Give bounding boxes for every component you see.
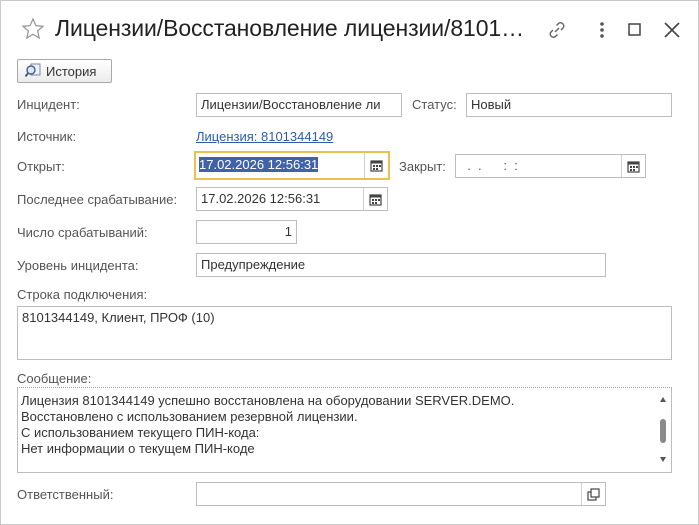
incident-label: Инцидент: [17,97,80,112]
open-form-icon [587,487,600,501]
closed-date-field[interactable]: . . : : [455,154,646,178]
calendar-icon [370,160,383,172]
link-icon[interactable] [546,19,568,41]
responsible-label: Ответственный: [17,487,114,502]
star-icon[interactable] [21,17,45,41]
last-trigger-calendar-button[interactable] [363,188,387,210]
source-label: Источник: [17,129,77,144]
level-label: Уровень инцидента: [17,258,139,273]
last-trigger-label: Последнее срабатывание: [17,192,178,207]
scroll-up-arrow-icon [660,397,666,402]
level-field[interactable]: Предупреждение [196,253,606,277]
status-field[interactable]: Новый [466,93,672,117]
message-field[interactable]: Лицензия 8101344149 успешно восстановлен… [17,387,672,473]
incident-form-window: Лицензии/Восстановление лицензии/8101… И… [0,0,699,525]
more-icon[interactable] [591,19,613,41]
calendar-icon [627,160,640,173]
trigger-count-field[interactable]: 1 [196,220,297,244]
history-button-label: История [46,63,97,79]
title-bar: Лицензии/Восстановление лицензии/8101… [1,1,698,57]
last-trigger-date-field[interactable]: 17.02.2026 12:56:31 [196,187,388,211]
opened-calendar-button[interactable] [364,153,388,178]
responsible-open-button[interactable] [581,483,605,505]
maximize-icon[interactable] [624,19,646,41]
close-icon[interactable] [661,19,683,41]
history-button[interactable]: История [17,59,112,83]
scroll-down-arrow-icon [660,457,666,462]
closed-calendar-button[interactable] [621,155,645,177]
incident-field[interactable]: Лицензии/Восстановление ли [196,93,402,117]
message-scrollbar[interactable] [657,390,669,470]
message-line: С использованием текущего ПИН-кода: [21,425,260,440]
window-title: Лицензии/Восстановление лицензии/8101… [55,15,524,41]
message-label: Сообщение: [17,371,92,386]
opened-label: Открыт: [17,159,65,174]
responsible-field[interactable] [196,482,606,506]
last-trigger-date-value: 17.02.2026 12:56:31 [201,191,321,206]
closed-date-value: . . : : [460,158,518,173]
opened-date-value: 17.02.2026 12:56:31 [199,157,319,172]
opened-date-field[interactable]: 17.02.2026 12:56:31 [194,151,390,180]
connection-string-field[interactable]: 8101344149, Клиент, ПРОФ (10) [17,306,672,360]
scroll-thumb [660,419,666,443]
message-line: Лицензия 8101344149 успешно восстановлен… [21,393,515,408]
source-link[interactable]: Лицензия: 8101344149 [196,129,333,144]
status-label: Статус: [412,97,457,112]
calendar-icon [369,193,382,206]
message-line: Восстановлено с использованием резервной… [21,409,358,424]
closed-label: Закрыт: [399,159,446,174]
history-magnifier-icon [24,63,41,78]
message-line: Нет информации о текущем ПИН-коде [21,441,255,456]
connection-label: Строка подключения: [17,287,148,302]
trigger-count-label: Число срабатываний: [17,225,148,240]
